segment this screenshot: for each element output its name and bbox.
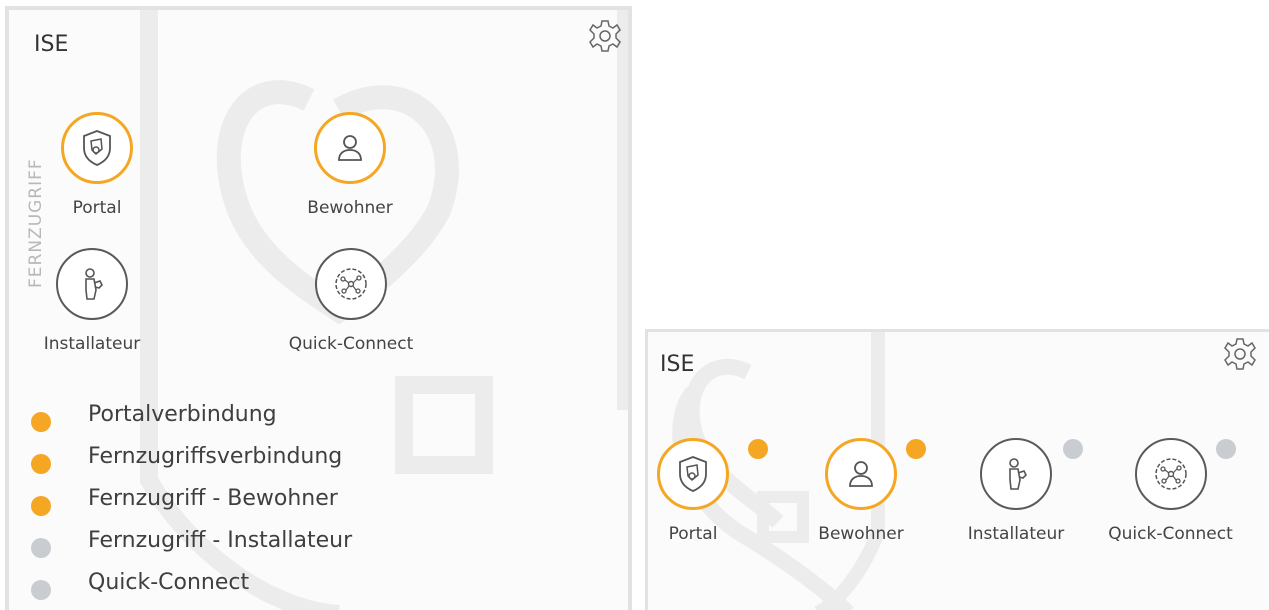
quick-connect-circle	[315, 248, 387, 320]
status-dot	[31, 454, 51, 474]
legend-label: Quick-Connect	[88, 570, 250, 595]
status-dot	[906, 439, 926, 459]
panel-title: ISE	[660, 352, 695, 377]
legend-label: Fernzugriff - Bewohner	[88, 486, 338, 511]
gear-icon[interactable]	[587, 18, 623, 54]
tile-installateur[interactable]: Installateur	[27, 248, 157, 354]
status-dot	[31, 538, 51, 558]
installer-icon	[996, 454, 1036, 494]
ise-panel-large: ISE FERNZUGRIFF Portal Bewohner Installa…	[5, 6, 632, 610]
bewohner-circle	[314, 112, 386, 184]
shield-icon	[673, 454, 713, 494]
installer-icon	[72, 264, 112, 304]
portal-circle	[657, 438, 729, 510]
tile-portal[interactable]: Portal	[37, 112, 157, 218]
gear-icon[interactable]	[1222, 336, 1258, 372]
legend-label: Fernzugriffsverbindung	[88, 444, 343, 469]
installateur-circle	[56, 248, 128, 320]
tile-label: Portal	[668, 524, 718, 544]
network-icon	[331, 264, 371, 304]
tile-label: Bewohner	[307, 198, 393, 218]
tile-label: Installateur	[967, 524, 1065, 544]
status-dot	[31, 412, 51, 432]
tile-portal[interactable]: Portal	[648, 438, 738, 544]
quick-connect-circle	[1134, 438, 1207, 510]
legend-label: Portalverbindung	[88, 402, 277, 427]
tile-label: Installateur	[43, 334, 141, 354]
ise-panel-small: ISE Portal Bewohner Installateur Quick-C…	[645, 329, 1269, 610]
legend-label: Fernzugriff - Installateur	[88, 528, 353, 553]
tile-bewohner[interactable]: Bewohner	[806, 438, 916, 544]
person-icon	[330, 128, 370, 168]
installateur-circle	[980, 438, 1052, 510]
status-dot	[748, 439, 768, 459]
status-dot	[31, 496, 51, 516]
status-dot	[1216, 439, 1236, 459]
tile-label: Portal	[72, 198, 122, 218]
panel-title: ISE	[34, 32, 69, 57]
status-dot	[1063, 439, 1083, 459]
bewohner-circle	[825, 438, 897, 510]
tile-label: Bewohner	[818, 524, 904, 544]
tile-label: Quick-Connect	[1108, 524, 1233, 544]
tile-bewohner[interactable]: Bewohner	[275, 112, 425, 218]
portal-circle	[61, 112, 133, 184]
tile-quick-connect[interactable]: Quick-Connect	[271, 248, 431, 354]
tile-label: Quick-Connect	[288, 334, 414, 354]
status-dot	[31, 580, 51, 600]
network-icon	[1151, 454, 1191, 494]
shield-icon	[77, 128, 117, 168]
person-icon	[841, 454, 881, 494]
tile-installateur[interactable]: Installateur	[956, 438, 1076, 544]
